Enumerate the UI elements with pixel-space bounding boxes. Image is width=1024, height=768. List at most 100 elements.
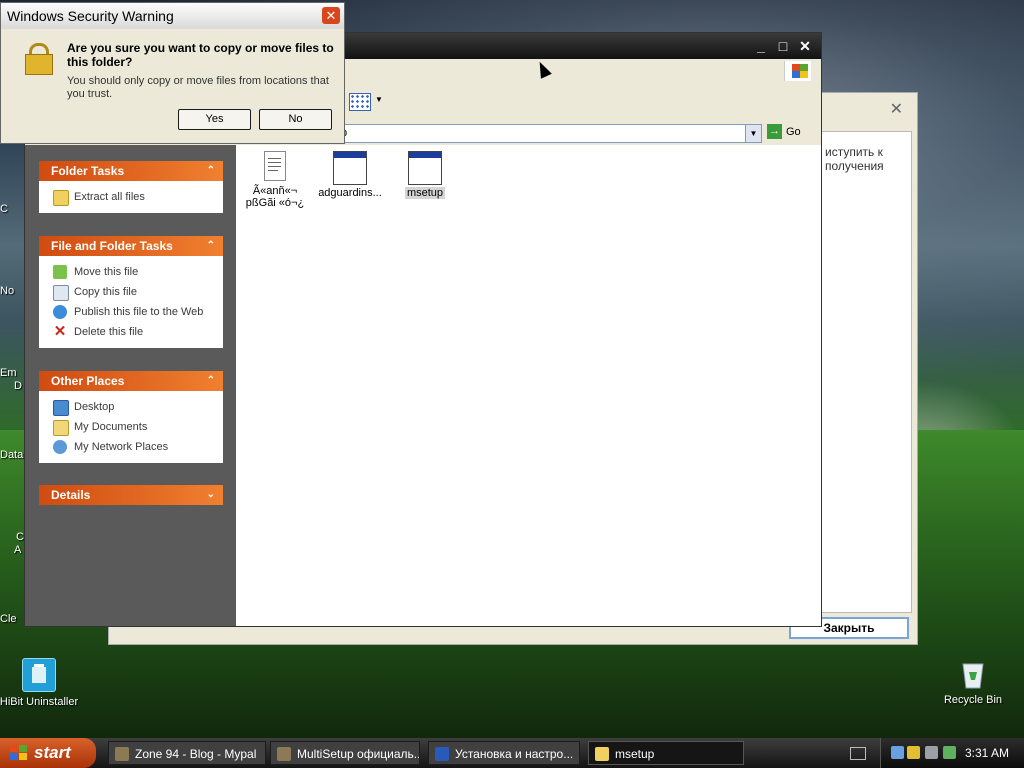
move-this-file-link[interactable]: Move this file xyxy=(39,262,223,282)
desktop-icon-recycle-bin[interactable]: Recycle Bin xyxy=(928,658,1018,706)
collapse-icon[interactable]: ⌃ xyxy=(207,236,215,256)
close-icon[interactable]: ✕ xyxy=(890,99,903,119)
background-dialog-text: иступить к получения xyxy=(825,145,884,173)
link-label: Delete this file xyxy=(74,326,144,338)
taskbar-label: Zone 94 - Blog - Mypal xyxy=(135,747,257,761)
desktop-edge-label[interactable]: Em xyxy=(0,367,17,379)
panel-title: Details xyxy=(51,488,91,502)
my-documents-link[interactable]: My Documents xyxy=(39,417,223,437)
file-label: Ã«anñ«¬ xyxy=(252,185,298,197)
file-view[interactable]: Ã«anñ«¬ pßGãi «ó¬¿ adguardins... msetup xyxy=(236,145,821,626)
desktop-icon-hibit-uninstaller[interactable]: HiBit Uninstaller xyxy=(0,658,84,708)
copy-file-icon xyxy=(53,285,69,301)
keyboard-icon[interactable] xyxy=(850,747,866,760)
views-grid-icon xyxy=(349,93,371,111)
taskbar-label: MultiSetup официаль... xyxy=(297,747,420,761)
file-label: adguardins... xyxy=(318,187,382,199)
start-button[interactable]: start xyxy=(0,738,96,768)
link-label: Move this file xyxy=(74,266,139,278)
go-button[interactable]: → Go xyxy=(767,124,817,141)
dialog-question: Are you sure you want to copy or move fi… xyxy=(67,41,334,69)
close-icon[interactable]: ✕ xyxy=(322,7,340,24)
web-publish-icon xyxy=(53,305,67,319)
link-label: Copy this file xyxy=(74,286,137,298)
taskbar-button[interactable]: Zone 94 - Blog - Mypal xyxy=(108,741,266,765)
panel-header[interactable]: File and Folder Tasks ⌃ xyxy=(39,236,223,256)
background-dialog-text-area xyxy=(814,131,912,613)
go-arrow-icon: → xyxy=(767,124,782,139)
yes-button[interactable]: Yes xyxy=(178,109,251,130)
link-label: Desktop xyxy=(74,401,115,413)
panel-header[interactable]: Folder Tasks ⌃ xyxy=(39,161,223,181)
copy-this-file-link[interactable]: Copy this file xyxy=(39,282,223,302)
folder-icon xyxy=(595,747,609,761)
desktop-edge-label[interactable]: Cle xyxy=(0,613,17,625)
network-places-icon xyxy=(53,440,67,454)
minimize-icon[interactable]: _ xyxy=(751,37,771,55)
taskbar-button[interactable]: Установка и настро... xyxy=(428,741,580,765)
taskbar-button[interactable]: MultiSetup официаль... xyxy=(270,741,420,765)
publish-to-web-link[interactable]: Publish this file to the Web xyxy=(39,302,223,322)
text-document-icon xyxy=(259,151,291,183)
link-label: My Documents xyxy=(74,421,148,433)
taskbar-button-active[interactable]: msetup xyxy=(588,741,744,765)
file-label: msetup xyxy=(404,187,446,199)
browser-icon xyxy=(115,747,129,761)
dialog-title: Windows Security Warning xyxy=(1,3,344,29)
application-icon xyxy=(408,151,442,185)
link-label: Extract all files xyxy=(74,191,145,203)
desktop-edge-label[interactable]: No xyxy=(0,285,14,297)
panel-folder-tasks: Folder Tasks ⌃ Extract all files xyxy=(39,161,223,213)
uninstaller-icon xyxy=(22,658,56,692)
start-label: start xyxy=(34,743,71,762)
panel-header[interactable]: Details ⌄ xyxy=(39,485,223,505)
security-shield-icon[interactable] xyxy=(907,746,920,759)
panel-title: Other Places xyxy=(51,374,125,388)
chevron-down-icon[interactable]: ▼ xyxy=(375,95,383,104)
panel-details: Details ⌄ xyxy=(39,485,223,505)
desktop-edge-label[interactable]: Data xyxy=(0,449,23,461)
desktop-icon-label: HiBit Uninstaller xyxy=(0,696,79,708)
file-label: pßGãi «ó¬¿ xyxy=(245,197,305,209)
zip-folder-icon xyxy=(53,190,69,206)
taskbar: start Zone 94 - Blog - Mypal MultiSetup … xyxy=(0,738,1024,768)
link-label: My Network Places xyxy=(74,441,169,453)
tray-status-icon[interactable] xyxy=(943,746,956,759)
desktop-link[interactable]: Desktop xyxy=(39,397,223,417)
extract-all-files-link[interactable]: Extract all files xyxy=(39,187,223,207)
desktop-edge-label[interactable]: A xyxy=(14,544,21,556)
address-dropdown-icon[interactable]: ▼ xyxy=(745,124,762,143)
panel-file-folder-tasks: File and Folder Tasks ⌃ Move this file Co… xyxy=(39,236,223,348)
desktop-edge-label[interactable]: D xyxy=(14,380,22,392)
my-network-places-link[interactable]: My Network Places xyxy=(39,437,223,457)
tray-tool-icon[interactable] xyxy=(925,746,938,759)
collapse-icon[interactable]: ⌃ xyxy=(207,161,215,181)
desktop-edge-label[interactable]: C xyxy=(0,203,8,215)
maximize-icon[interactable]: □ xyxy=(773,37,793,55)
installer-icon xyxy=(435,747,449,761)
padlock-icon xyxy=(25,43,53,75)
file-item[interactable]: adguardins... xyxy=(312,151,388,199)
expand-icon[interactable]: ⌄ xyxy=(207,485,215,505)
application-icon xyxy=(333,151,367,185)
move-file-icon xyxy=(53,265,67,279)
panel-header[interactable]: Other Places ⌃ xyxy=(39,371,223,391)
system-tray: 3:31 AM xyxy=(880,738,1024,768)
panel-title: File and Folder Tasks xyxy=(51,239,173,253)
clock[interactable]: 3:31 AM xyxy=(965,738,1009,768)
task-pane: Folder Tasks ⌃ Extract all files File and… xyxy=(25,145,236,626)
desktop-edge-label[interactable]: C xyxy=(16,531,24,543)
taskbar-label: msetup xyxy=(615,747,655,761)
desktop-icon-label: Recycle Bin xyxy=(943,694,1003,706)
delete-this-file-link[interactable]: ✕ Delete this file xyxy=(39,322,223,342)
windows-logo-icon xyxy=(784,61,811,81)
close-icon[interactable]: ✕ xyxy=(795,37,815,55)
security-warning-dialog: Windows Security Warning ✕ Are you sure … xyxy=(0,2,345,144)
browser-icon xyxy=(277,747,291,761)
network-icon[interactable] xyxy=(891,746,904,759)
no-button[interactable]: No xyxy=(259,109,332,130)
collapse-icon[interactable]: ⌃ xyxy=(207,371,215,391)
file-item[interactable]: Ã«anñ«¬ pßGãi «ó¬¿ xyxy=(237,151,313,209)
address-input[interactable]: tp xyxy=(337,124,761,143)
file-item-selected[interactable]: msetup xyxy=(387,151,463,199)
